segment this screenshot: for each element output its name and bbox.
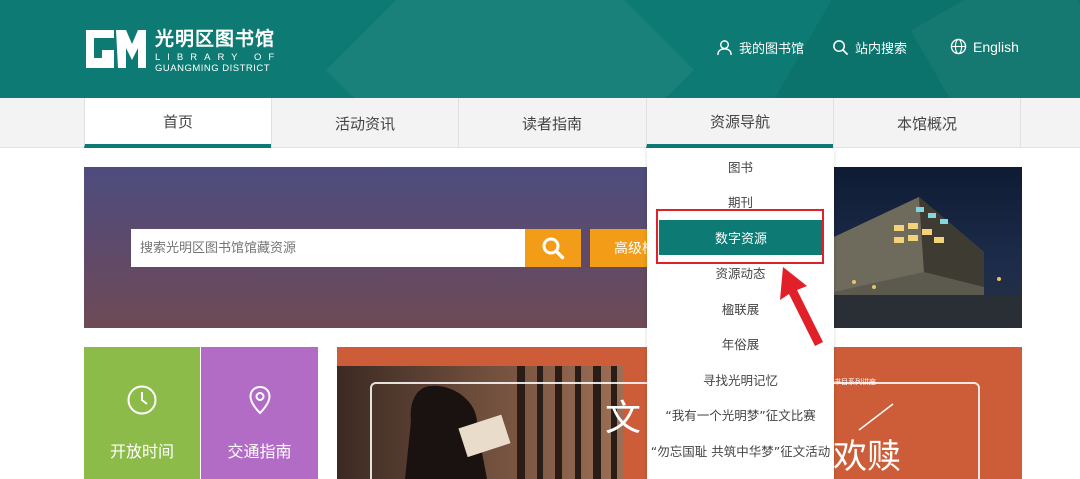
- nav-item-label: 活动资讯: [334, 114, 395, 133]
- nav-item-events[interactable]: 活动资讯: [271, 98, 458, 148]
- event-title-right: 欢赎: [833, 437, 901, 477]
- dropdown-item-essay-activity[interactable]: “勿忘国耻 共筑中华梦”征文活动: [647, 433, 834, 468]
- search-button[interactable]: [525, 229, 581, 267]
- location-pin-icon: [248, 385, 271, 415]
- library-logo-icon[interactable]: [84, 24, 146, 70]
- nav-divider: [1020, 98, 1021, 148]
- site-search-link[interactable]: 站内搜索: [832, 38, 907, 57]
- nav-item-label: 首页: [162, 112, 193, 131]
- dropdown-item-label: “勿忘国耻 共筑中华梦”征文活动: [650, 444, 831, 459]
- header-decoration: [326, 0, 694, 98]
- search-icon: [833, 40, 849, 56]
- nav-item-reader-guide[interactable]: 读者指南: [458, 98, 645, 148]
- highlight-box: [656, 209, 824, 264]
- event-series-label: 书目系列讲座: [834, 378, 876, 386]
- user-icon: [717, 40, 732, 56]
- open-hours-tile[interactable]: 开放时间: [84, 347, 200, 479]
- dropdown-item-books[interactable]: 图书: [647, 149, 834, 184]
- dropdown-item-label: 图书: [727, 160, 753, 175]
- event-title-left: 文: [605, 398, 642, 439]
- site-search-label: 站内搜索: [855, 42, 908, 57]
- english-label: English: [973, 38, 1019, 55]
- dropdown-item-label: 楹联展: [721, 302, 760, 317]
- nav-item-label: 本馆概况: [896, 114, 957, 133]
- nav-item-home[interactable]: 首页: [84, 98, 271, 148]
- main-nav: 首页 活动资讯 读者指南 资源导航 本馆概况: [0, 98, 1080, 148]
- dropdown-item-guangming-memory[interactable]: 寻找光明记忆: [647, 362, 834, 397]
- building-illustration: [834, 197, 1022, 328]
- english-link[interactable]: English: [950, 38, 1019, 55]
- collection-search-input[interactable]: [131, 229, 525, 267]
- library-name-en-line2: GUANGMING DISTRICT: [155, 63, 271, 74]
- advanced-search-button[interactable]: 高级检索: [590, 229, 652, 267]
- search-icon: [542, 237, 565, 260]
- my-library-link[interactable]: 我的图书馆: [716, 38, 804, 57]
- dropdown-item-essay-contest[interactable]: “我有一个光明梦”征文比赛: [647, 397, 834, 432]
- nav-item-about[interactable]: 本馆概况: [833, 98, 1020, 148]
- library-name[interactable]: 光明区图书馆 LIBRARY OF GUANGMING DISTRICT: [155, 24, 281, 74]
- open-hours-label: 开放时间: [109, 442, 174, 461]
- my-library-label: 我的图书馆: [739, 42, 805, 57]
- event-slash-decoration: [858, 403, 894, 431]
- nav-item-label: 资源导航: [709, 112, 770, 131]
- dropdown-item-label: 年俗展: [721, 337, 760, 352]
- clock-icon: [127, 385, 157, 415]
- traffic-guide-label: 交通指南: [227, 442, 292, 461]
- dropdown-item-label: “我有一个光明梦”征文比赛: [665, 408, 816, 423]
- red-arrow-icon: [780, 267, 823, 346]
- nav-item-resources[interactable]: 资源导航: [646, 98, 833, 148]
- library-name-cn: 光明区图书馆: [155, 28, 276, 50]
- dropdown-item-label: 资源动态: [715, 266, 766, 281]
- dropdown-item-label: 寻找光明记忆: [702, 373, 778, 388]
- library-name-en-line1: LIBRARY OF: [155, 52, 282, 63]
- library-building-photo: [834, 167, 1022, 328]
- traffic-guide-tile[interactable]: 交通指南: [201, 347, 318, 479]
- site-header: 光明区图书馆 LIBRARY OF GUANGMING DISTRICT 我的图…: [0, 0, 1080, 98]
- globe-icon: [950, 38, 967, 55]
- nav-item-label: 读者指南: [521, 114, 582, 133]
